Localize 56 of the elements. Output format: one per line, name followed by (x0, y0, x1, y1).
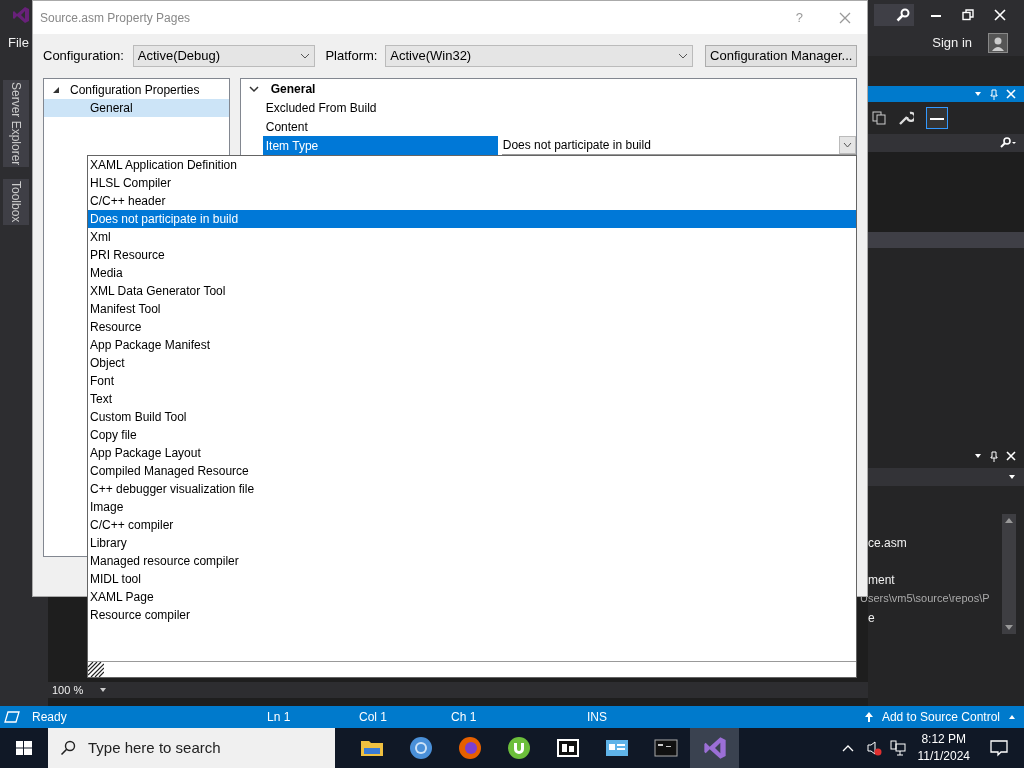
char-number: Ch 1 (451, 709, 478, 726)
dropdown-option[interactable]: MIDL tool (88, 570, 856, 588)
dropdown-option[interactable]: App Package Manifest (88, 336, 856, 354)
list-item-text: ce.asm (867, 535, 908, 552)
platform-dropdown[interactable]: Active(Win32) (385, 45, 694, 67)
dropdown-option[interactable]: Image (88, 498, 856, 516)
dropdown-option[interactable]: Object (88, 354, 856, 372)
dropdown-option[interactable]: Resource compiler (88, 606, 856, 624)
line-number: Ln 1 (267, 709, 292, 726)
tree-item[interactable]: Configuration Properties (44, 81, 229, 99)
dropdown-option[interactable]: XAML Page (88, 588, 856, 606)
menu-item[interactable]: File (8, 33, 29, 53)
status-text: Ready (32, 709, 68, 726)
zoom-level[interactable]: 100 % (48, 681, 88, 699)
search-box[interactable]: Type here to search (48, 728, 335, 768)
side-tab[interactable]: Server Explorer (3, 80, 29, 168)
dropdown-option[interactable]: Xml (88, 228, 856, 246)
dropdown-option[interactable]: Library (88, 534, 856, 552)
side-tab[interactable]: Toolbox (3, 179, 29, 225)
dropdown-option[interactable]: C/C++ header (88, 192, 856, 210)
property-name[interactable]: Excluded From Build (262, 98, 498, 117)
dropdown-option[interactable]: XAML Application Definition (88, 156, 856, 174)
dropdown-option[interactable]: Copy file (88, 426, 856, 444)
clock-date[interactable]: 11/1/2024 (917, 748, 970, 765)
dropdown-option[interactable]: Custom Build Tool (88, 408, 856, 426)
sign-in-link[interactable]: Sign in (932, 33, 972, 53)
dropdown-option[interactable]: App Package Layout (88, 444, 856, 462)
list-item-text: e (867, 610, 876, 627)
clock-time[interactable]: 8:12 PM (921, 731, 967, 748)
property-name[interactable]: Content (262, 117, 498, 136)
dropdown-option[interactable]: Media (88, 264, 856, 282)
dropdown-option[interactable]: Resource (88, 318, 856, 336)
column-number: Col 1 (359, 709, 388, 726)
dropdown-option[interactable]: Manifest Tool (88, 300, 856, 318)
dropdown-option[interactable]: PRI Resource (88, 246, 856, 264)
configuration-manager-button[interactable]: Configuration Manager... (705, 45, 857, 67)
dropdown-option[interactable]: Font (88, 372, 856, 390)
configuration-label: Configuration: (43, 47, 125, 66)
list-item-text: ment (867, 572, 896, 589)
source-control-button[interactable]: Add to Source Control (863, 708, 1024, 726)
dropdown-option[interactable]: Does not participate in build (88, 210, 856, 228)
window-title: Source.asm Property Pages (40, 9, 191, 27)
dropdown-option[interactable]: Text (88, 390, 856, 408)
list-item-text: Users\vm5\source\repos\P (859, 591, 991, 606)
insert-mode: INS (587, 709, 607, 726)
configuration-dropdown[interactable]: Active(Debug) (132, 45, 316, 67)
dropdown-option[interactable]: XML Data Generator Tool (88, 282, 856, 300)
dropdown-option[interactable]: C++ debugger visualization file (88, 480, 856, 498)
category-header[interactable]: General (270, 79, 316, 98)
dropdown-option[interactable]: Compiled Managed Resource (88, 462, 856, 480)
platform-label: Platform: (325, 47, 379, 66)
property-name[interactable]: Item Type (262, 136, 498, 155)
dropdown-option[interactable]: HLSL Compiler (88, 174, 856, 192)
tree-item[interactable]: General (44, 99, 229, 117)
dropdown-option[interactable]: Managed resource compiler (88, 552, 856, 570)
dropdown-option[interactable]: C/C++ compiler (88, 516, 856, 534)
